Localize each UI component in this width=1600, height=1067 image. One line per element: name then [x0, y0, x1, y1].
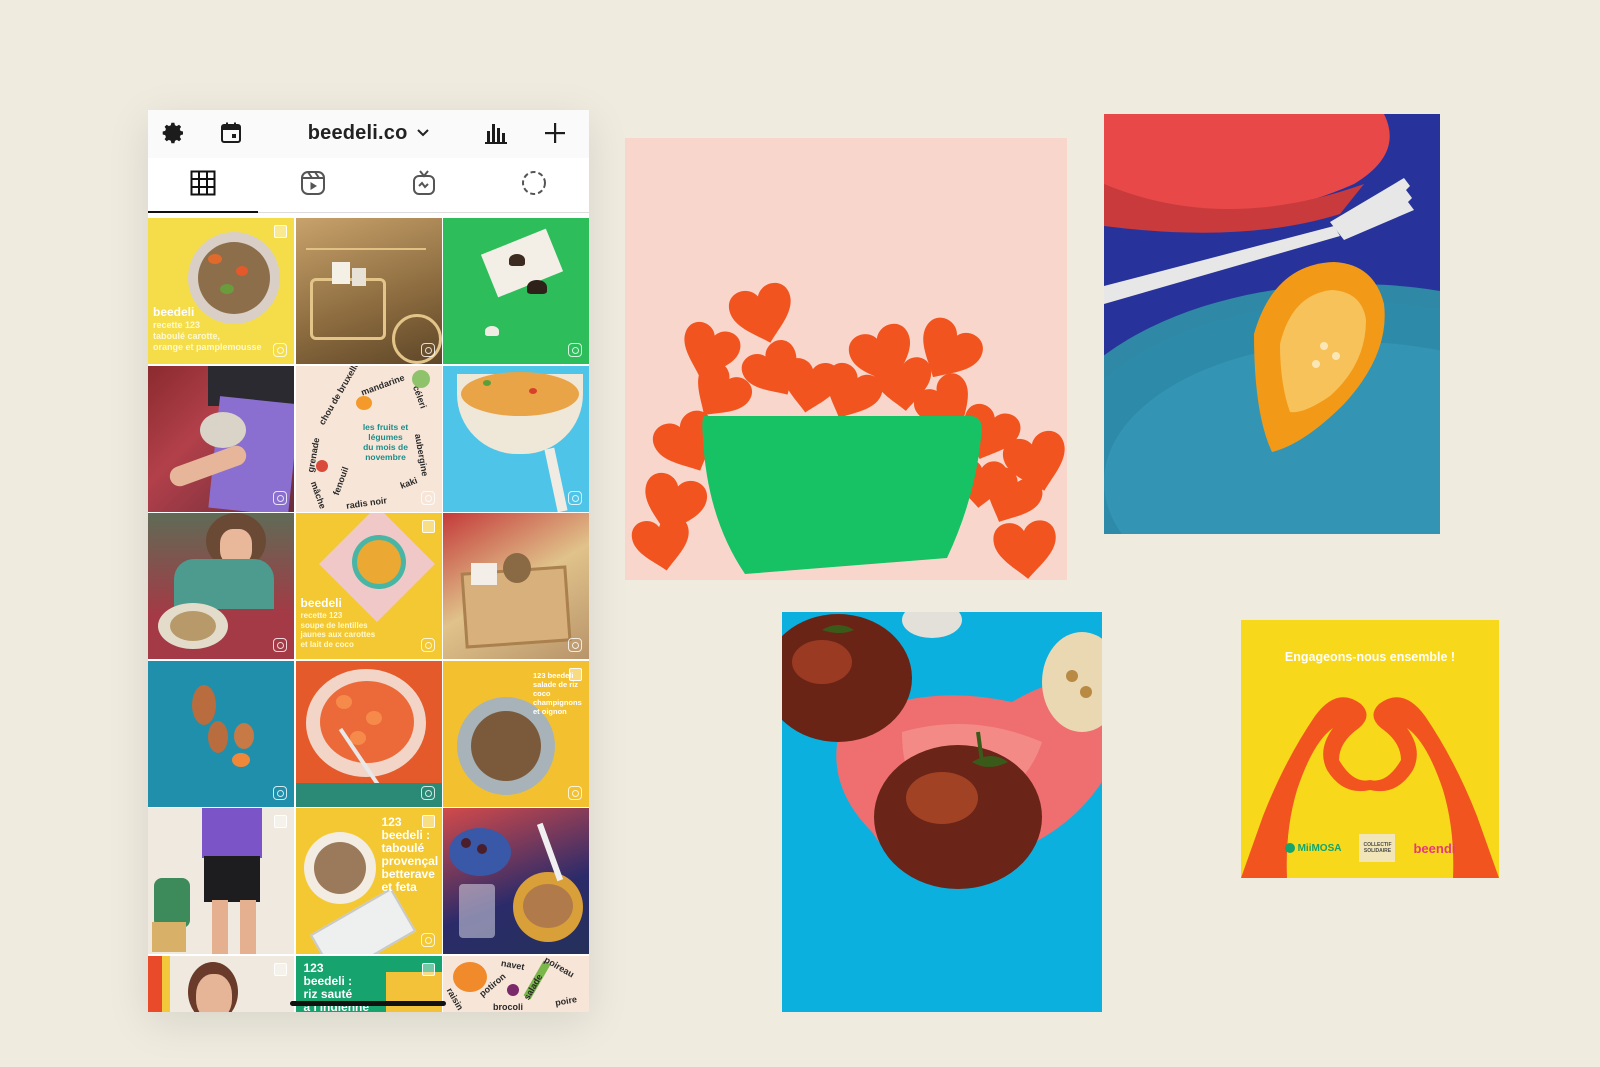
post-taboule-carotte[interactable]: beedeli recette 123 taboulé carotte, ora… [148, 218, 294, 364]
collectif-logo: COLLECTIF SOLIDAIRE [1359, 834, 1396, 862]
tab-igtv[interactable] [369, 158, 479, 212]
instagram-icon [420, 933, 435, 947]
instagram-icon [273, 343, 287, 357]
post-taboule-provencal[interactable]: 123 beedeli : taboulé provençal betterav… [295, 808, 442, 954]
heart-bowl-graphic [629, 279, 1067, 580]
post-fruits-table[interactable] [443, 808, 589, 954]
top-bar: beedeli.co [148, 110, 589, 158]
instagram-icon [420, 343, 435, 357]
post-roasted-carrots[interactable] [295, 660, 442, 807]
carousel-icon [274, 962, 287, 976]
instagram-icon [568, 785, 582, 800]
pepper-plate-graphic [1104, 114, 1440, 534]
post-brand: beedeli [153, 305, 195, 319]
post-portrait[interactable] [148, 955, 294, 1012]
instagram-icon [568, 343, 582, 357]
profile-tabs [148, 158, 589, 213]
post-bike-basket[interactable] [295, 218, 442, 364]
instagram-profile-screen: beedeli.co beedeli recette 123 taboulé c… [148, 110, 589, 1012]
tab-grid[interactable] [148, 158, 259, 213]
carousel-icon [421, 962, 435, 976]
post-rice-bowl[interactable] [443, 365, 589, 512]
dashed-circle-icon [521, 170, 547, 201]
instagram-icon [568, 638, 582, 652]
post-brand: beedeli [300, 596, 342, 610]
username: beedeli.co [307, 122, 408, 144]
produce-word: salade [521, 971, 545, 1002]
home-indicator [290, 1001, 446, 1006]
produce-word: céleri [410, 383, 428, 410]
post-caption: les fruits et légumes du mois de novembr… [362, 421, 409, 462]
instagram-icon [568, 490, 582, 505]
instagram-icon [420, 490, 435, 505]
carousel-icon [569, 667, 582, 681]
post-child-eating[interactable] [148, 513, 294, 659]
partner-logos: MiiMOSA COLLECTIF SOLIDAIRE beendi [1241, 834, 1499, 862]
tab-reels[interactable] [258, 158, 368, 212]
post-mushrooms[interactable] [443, 218, 589, 364]
produce-word: mâche [308, 479, 328, 510]
post-caption: recette 123 taboulé carotte, orange et p… [153, 320, 262, 352]
produce-word: radis noir [345, 494, 388, 511]
chevron-down-icon [417, 120, 429, 143]
produce-word: kaki [398, 474, 419, 491]
post-table-meal[interactable] [148, 365, 294, 512]
beendi-logo: beendi [1413, 840, 1456, 856]
tv-icon [411, 169, 437, 201]
plus-icon[interactable] [538, 116, 572, 150]
produce-word: chou de bruxelles [316, 365, 364, 427]
instagram-icon [273, 785, 287, 800]
carousel-icon [421, 815, 435, 828]
bar-chart-icon[interactable] [479, 116, 513, 150]
produce-word: navet [500, 957, 526, 972]
produce-word: poire [554, 993, 578, 1008]
produce-word: fenouil [330, 464, 350, 497]
grid-icon [190, 170, 216, 201]
carousel-icon [421, 520, 435, 533]
produce-word: brocoli [493, 1001, 524, 1012]
post-basket-crate[interactable] [443, 513, 589, 659]
instagram-icon [420, 638, 435, 652]
post-caption: recette 123 soupe de lentilles jaunes au… [300, 611, 376, 649]
tab-tagged[interactable] [479, 158, 589, 212]
post-rice-salad[interactable]: 123 beedeli salade de riz coco champigno… [443, 660, 589, 807]
post-sweet-potato[interactable] [148, 660, 294, 807]
carousel-icon [274, 225, 287, 238]
instagram-icon [420, 785, 435, 800]
reels-icon [300, 170, 326, 201]
posts-grid: beedeli recette 123 taboulé carotte, ora… [148, 218, 589, 1012]
photo-yellow-pepper [1104, 114, 1440, 534]
post-lentil-soup[interactable]: beedeli recette 123 soupe de lentilles j… [295, 513, 442, 659]
instagram-icon [273, 490, 287, 505]
produce-word: mandarine [359, 372, 406, 397]
post-winter-produce[interactable]: navet poireau potiron raisin brocoli poi… [443, 955, 589, 1012]
mimosa-logo: MiiMOSA [1284, 843, 1341, 854]
post-person-groceries[interactable] [148, 808, 294, 954]
tomatoes-graphic [782, 612, 1102, 1012]
instagram-icon [273, 638, 287, 652]
photo-tomatoes [782, 612, 1102, 1012]
username-switcher[interactable]: beedeli.co [148, 120, 589, 145]
post-seasonal-produce[interactable]: les fruits et légumes du mois de novembr… [295, 365, 442, 512]
illustration-heart-bowl [625, 138, 1067, 580]
poster-engageons-nous: Engageons-nous ensemble ! MiiMOSA COLLEC… [1241, 620, 1499, 878]
carousel-icon [274, 815, 287, 828]
